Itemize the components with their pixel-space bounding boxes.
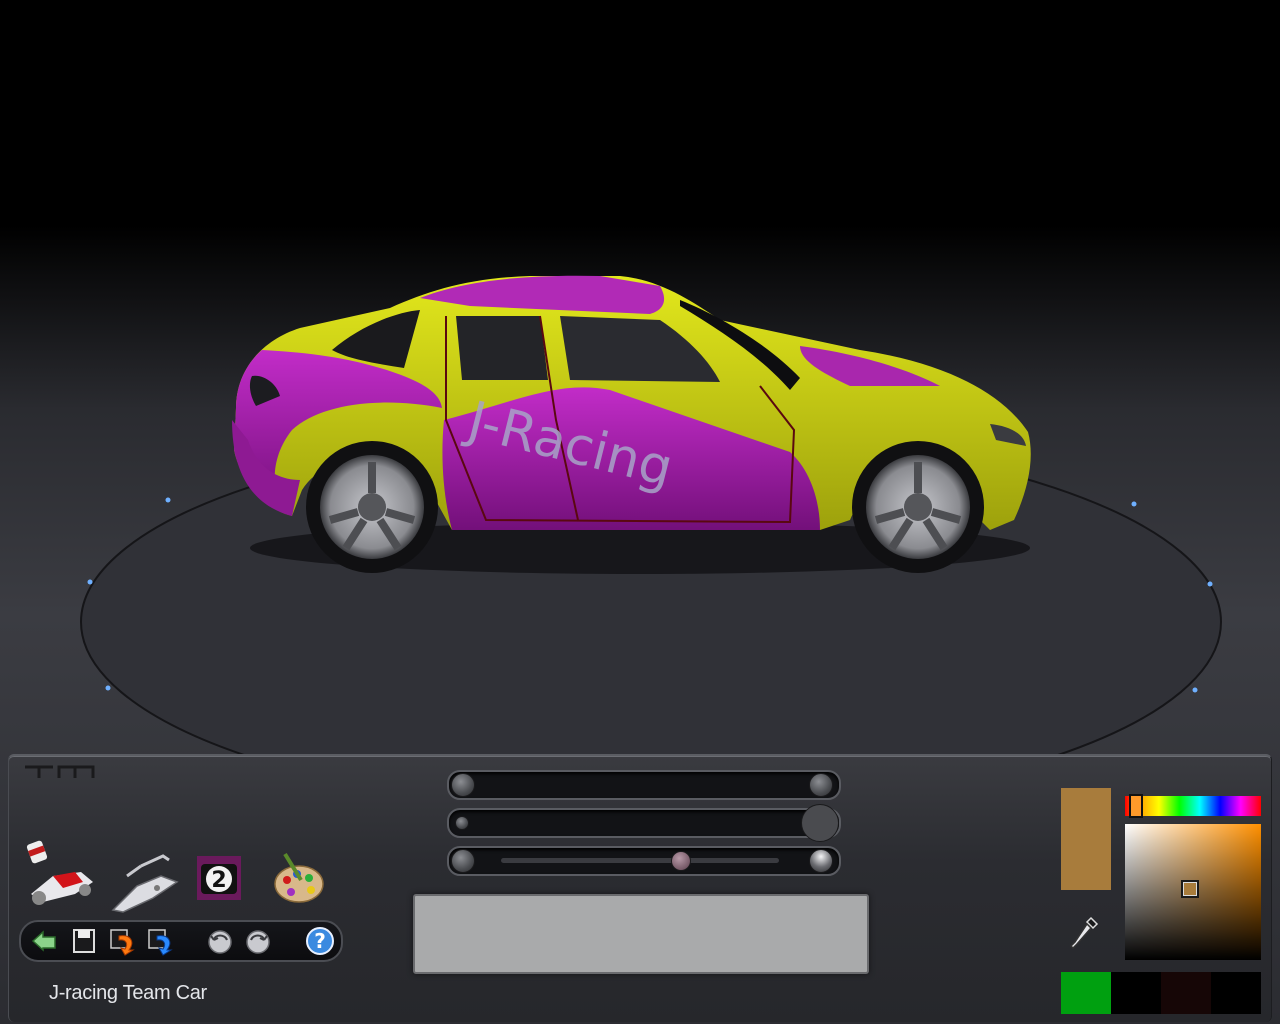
color-palette-tool-icon[interactable] — [273, 850, 325, 906]
brush-hardness-max-handle — [809, 849, 833, 873]
paint-editor-panel: 2 ? J-racing Team Car — [8, 754, 1272, 1022]
saturation-value-picker[interactable] — [1125, 824, 1261, 960]
sticker-tool-icon[interactable] — [107, 846, 181, 920]
tm-logo-icon — [25, 765, 95, 778]
svg-text:?: ? — [314, 929, 326, 953]
help-icon[interactable]: ? — [305, 926, 335, 956]
eyedropper-icon[interactable] — [1069, 914, 1101, 954]
brush-hardness-slider[interactable] — [447, 846, 841, 876]
brush-opacity-min-handle — [455, 816, 469, 830]
svg-text:2: 2 — [211, 868, 226, 893]
skin-name-label: J-racing Team Car — [49, 982, 207, 1004]
saturation-value-marker[interactable] — [1181, 880, 1199, 898]
brush-size-handle[interactable] — [451, 773, 475, 797]
current-color-swatch — [1061, 788, 1111, 890]
brush-size-max-handle — [809, 773, 833, 797]
brush-size-slider[interactable] — [447, 770, 841, 800]
export-icon[interactable] — [145, 926, 175, 956]
paint-car-tool-icon[interactable] — [23, 838, 97, 912]
brush-preview-box — [413, 894, 869, 974]
brush-opacity-handle[interactable] — [801, 804, 839, 842]
hue-slider[interactable] — [1125, 794, 1261, 818]
undo-icon[interactable] — [205, 926, 235, 956]
brush-hardness-handle[interactable] — [671, 851, 691, 871]
import-icon[interactable] — [107, 926, 137, 956]
recent-color-3[interactable] — [1161, 972, 1211, 1014]
recent-color-2[interactable] — [1111, 972, 1161, 1014]
redo-icon[interactable] — [243, 926, 273, 956]
recent-colors — [1061, 972, 1261, 1014]
editor-toolbar: ? — [19, 920, 343, 962]
save-icon[interactable] — [69, 926, 99, 956]
brush-hardness-min-handle — [451, 849, 475, 873]
race-number-tool-icon[interactable]: 2 — [197, 856, 241, 900]
recent-color-4[interactable] — [1211, 972, 1261, 1014]
back-icon[interactable] — [29, 926, 59, 956]
recent-color-1[interactable] — [1061, 972, 1111, 1014]
brush-opacity-slider[interactable] — [447, 804, 841, 842]
hue-marker[interactable] — [1129, 794, 1143, 818]
